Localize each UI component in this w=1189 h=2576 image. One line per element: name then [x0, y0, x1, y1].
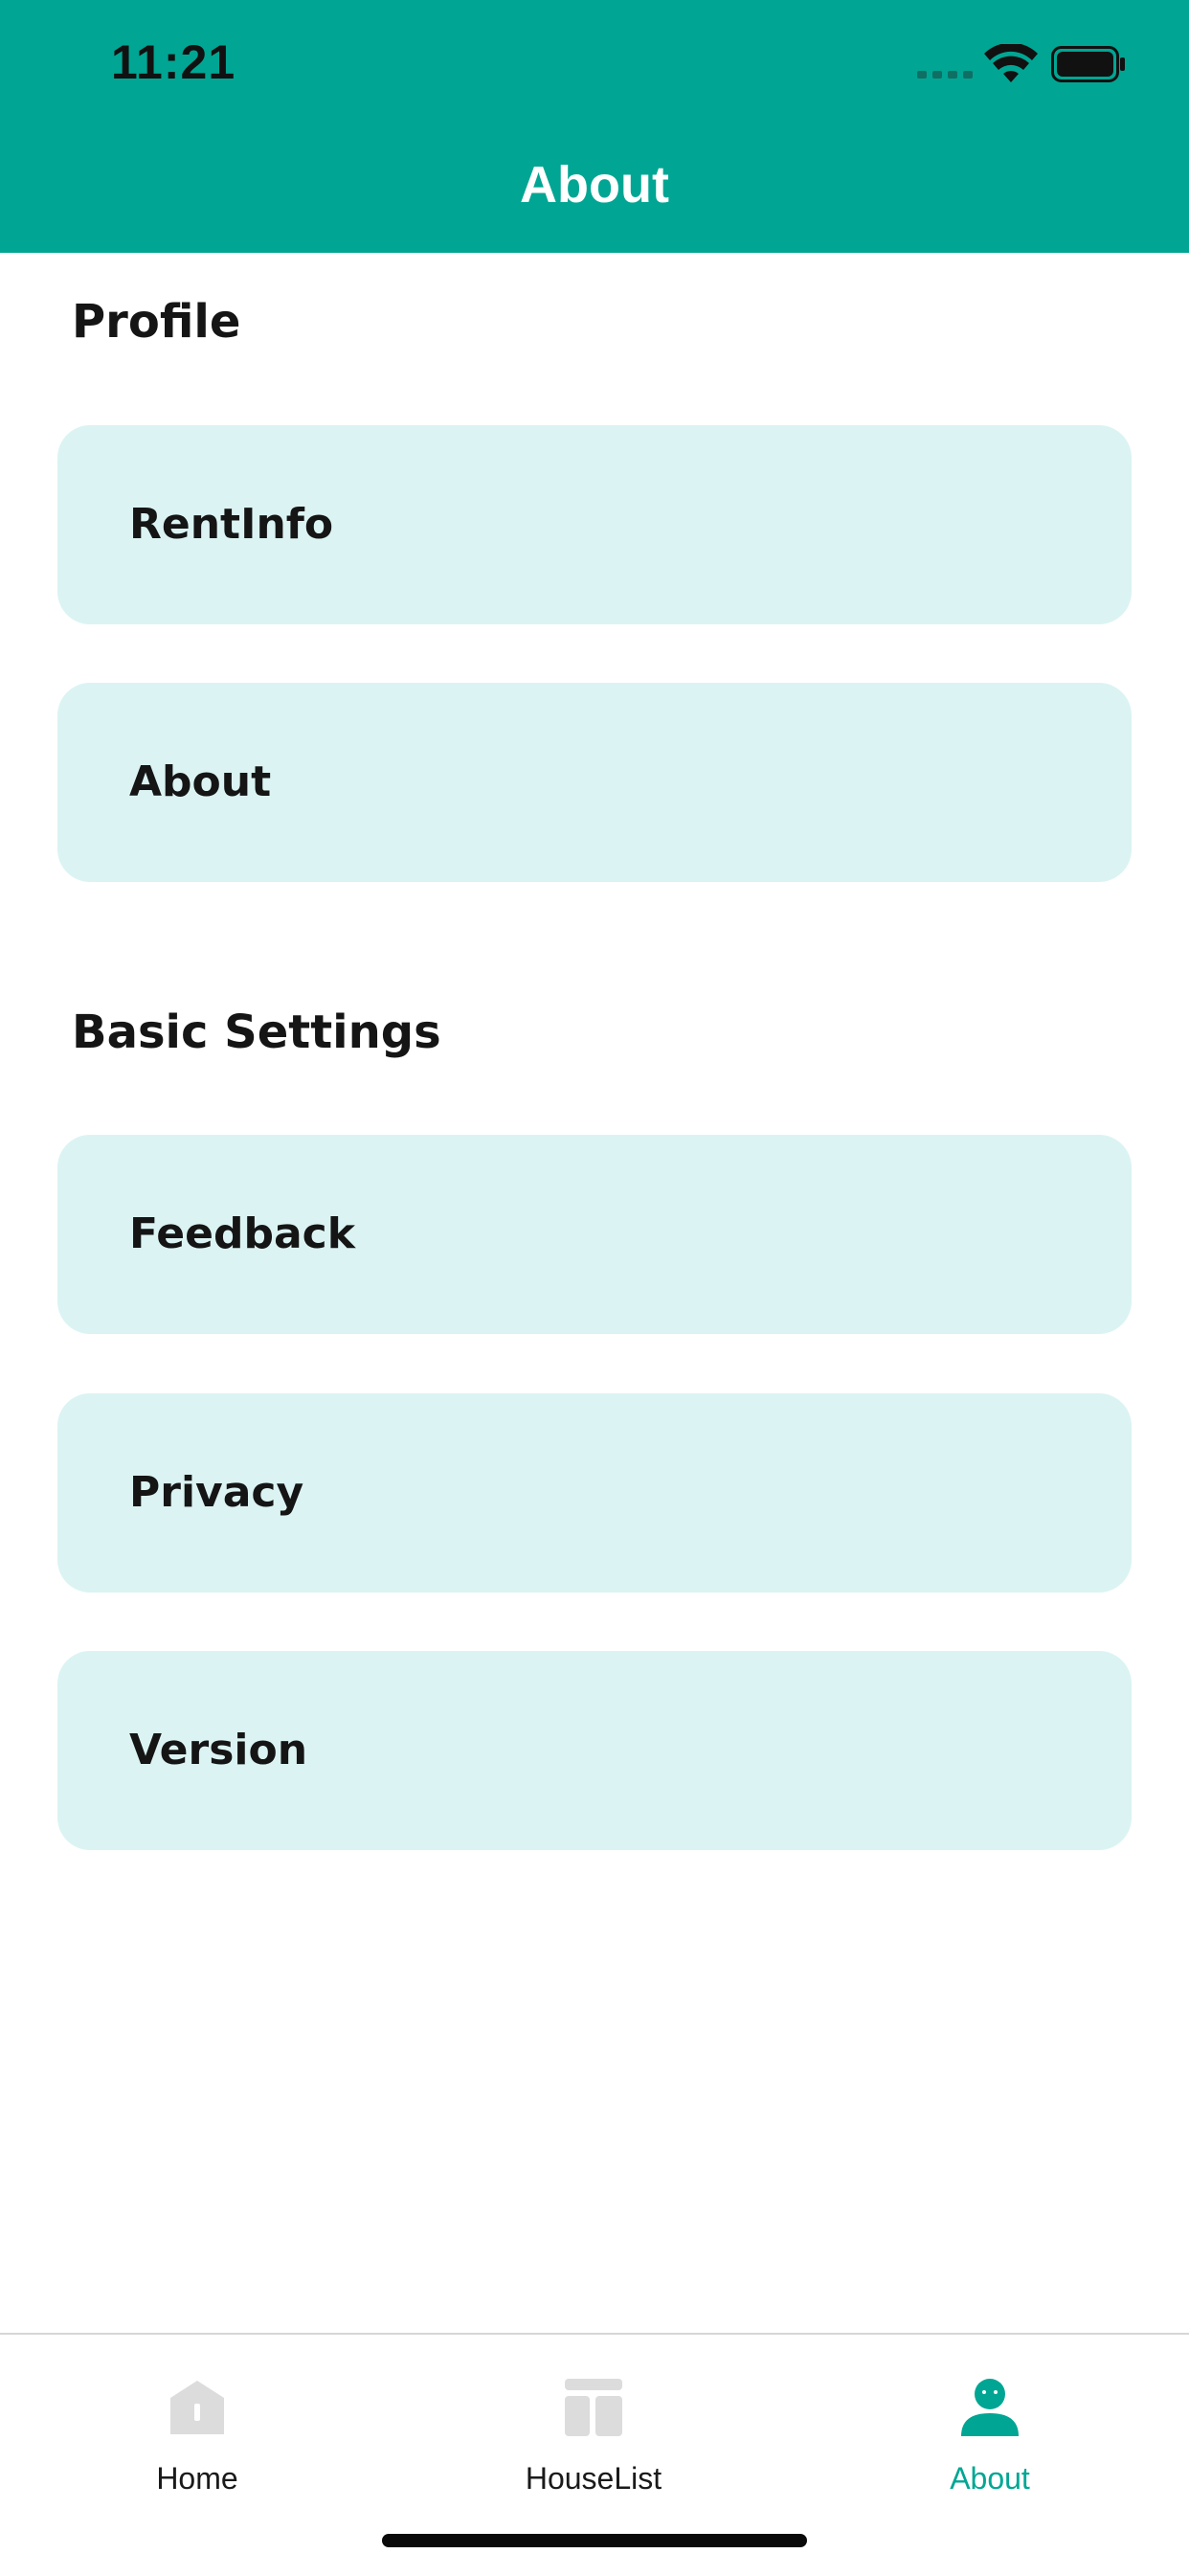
section-title-profile: Profile [72, 295, 241, 349]
list-layout-icon [565, 2379, 622, 2436]
cellular-signal-icon [917, 71, 973, 79]
menu-item-label: Version [129, 1726, 308, 1774]
section-title-basic-settings: Basic Settings [72, 1006, 441, 1059]
menu-item-privacy[interactable]: Privacy [57, 1393, 1132, 1593]
status-time: 11:21 [111, 35, 236, 89]
page-title: About [520, 156, 669, 214]
tab-label: HouseList [525, 2461, 662, 2496]
app-header: 11:21 About [0, 0, 1189, 253]
menu-item-label: About [129, 757, 272, 806]
home-indicator [382, 2534, 807, 2547]
tab-home[interactable]: Home [54, 2354, 341, 2496]
menu-item-feedback[interactable]: Feedback [57, 1135, 1132, 1334]
tab-houselist[interactable]: HouseList [450, 2354, 737, 2496]
tab-label: About [950, 2461, 1030, 2496]
battery-icon [1051, 46, 1125, 82]
wifi-icon [984, 44, 1038, 82]
menu-item-rentinfo[interactable]: RentInfo [57, 425, 1132, 624]
menu-item-about[interactable]: About [57, 683, 1132, 882]
menu-item-label: Feedback [129, 1209, 355, 1258]
tab-about[interactable]: About [846, 2354, 1133, 2496]
menu-item-label: Privacy [129, 1468, 304, 1517]
person-icon [961, 2379, 1019, 2436]
home-icon [170, 2381, 224, 2434]
menu-item-label: RentInfo [129, 500, 334, 549]
menu-item-version[interactable]: Version [57, 1651, 1132, 1850]
tab-label: Home [156, 2461, 238, 2496]
